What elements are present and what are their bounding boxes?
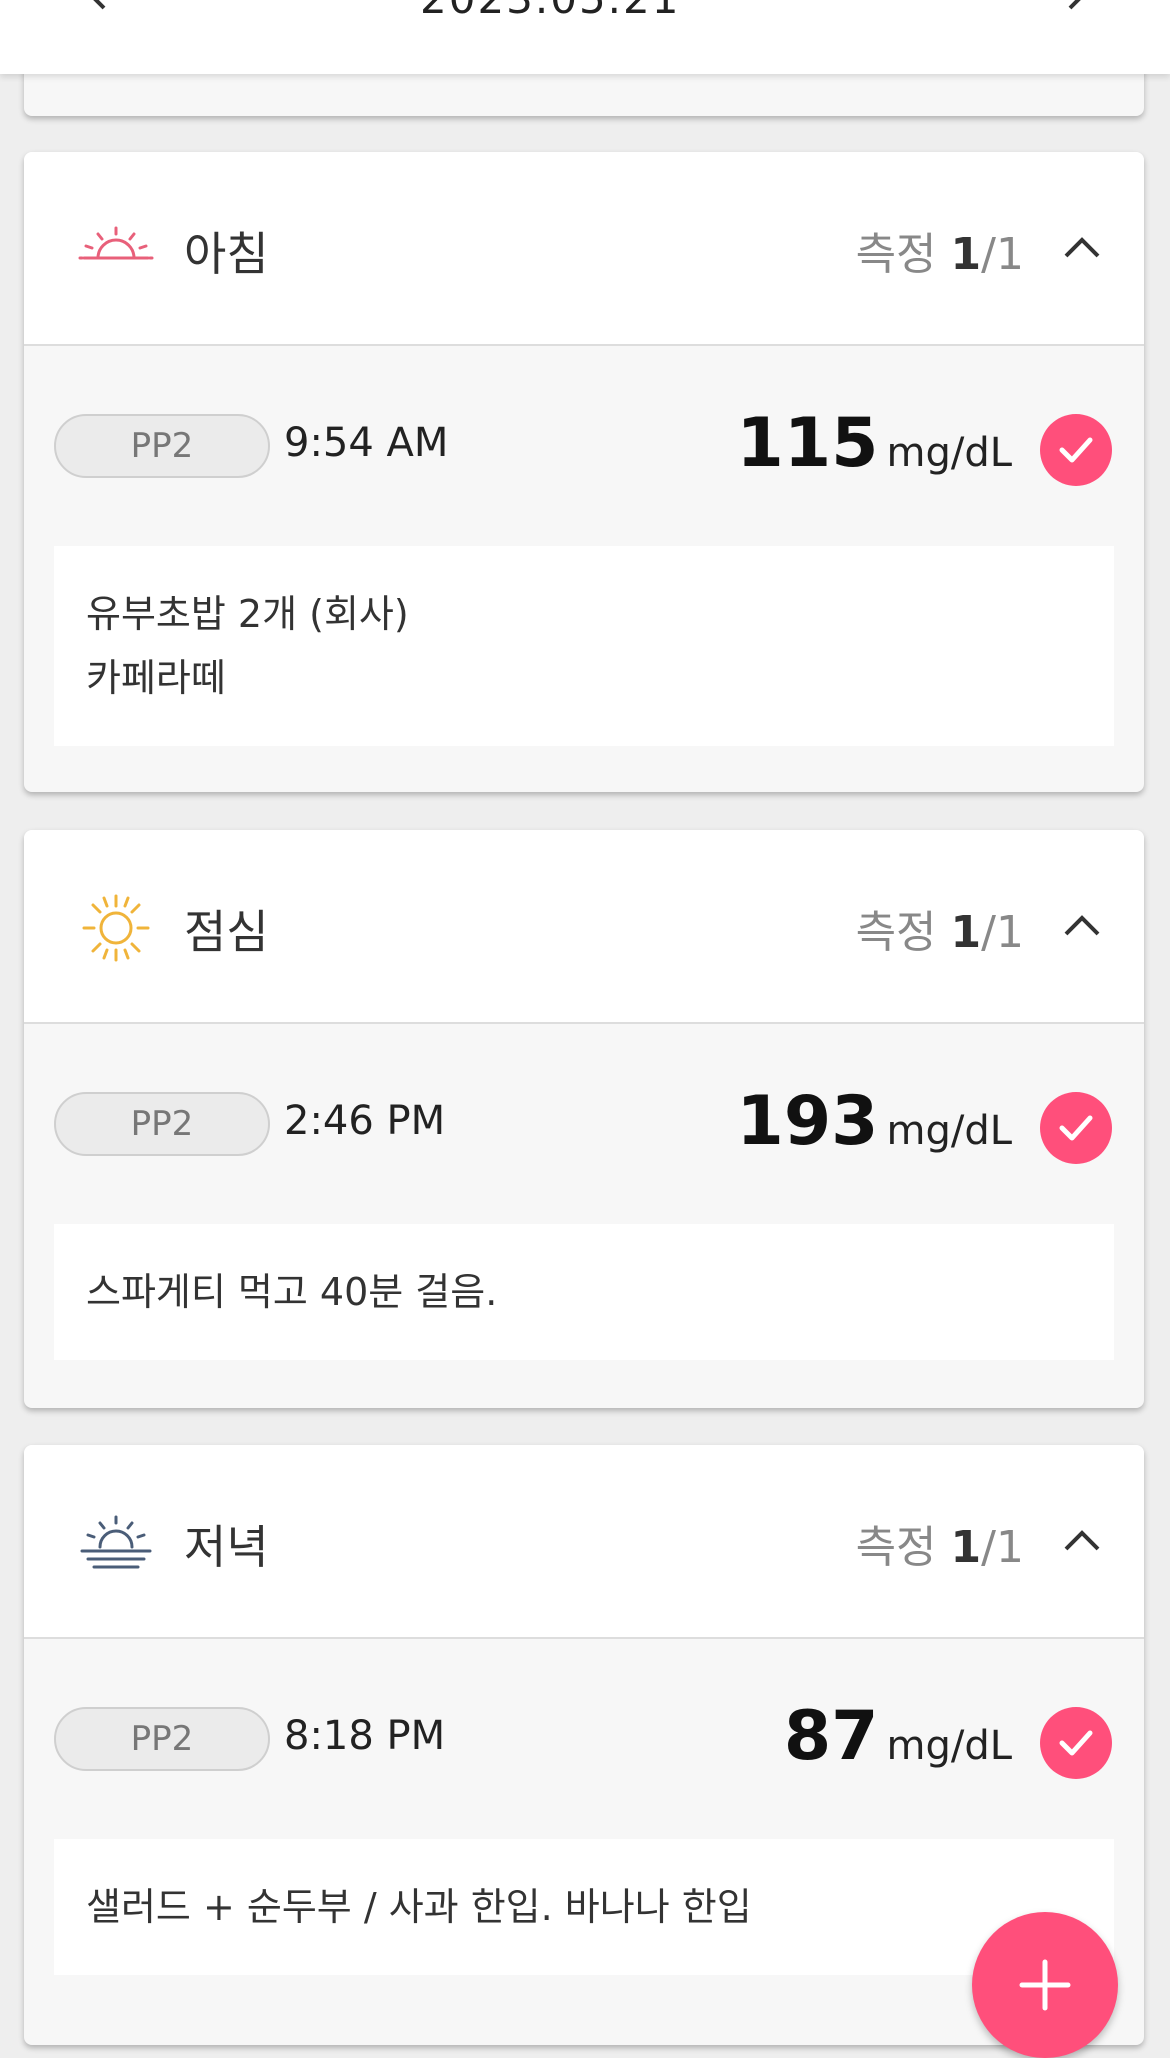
- glucose-value: 115: [736, 404, 879, 483]
- chevron-up-icon[interactable]: [1060, 226, 1104, 270]
- meal-card-breakfast: 아침 측정 1/1 PP2 9:54 AM 115 mg/dL 유부초밥 2개 (…: [24, 152, 1144, 792]
- memo-line: 유부초밥 2개 (회사): [86, 592, 409, 636]
- measurement-count: 측정 1/1: [855, 229, 1024, 280]
- reading-row[interactable]: PP2 8:18 PM 87 mg/dL: [24, 1639, 1144, 1839]
- chevron-up-icon[interactable]: [1060, 1519, 1104, 1563]
- meal-card-header[interactable]: 점심 측정 1/1: [24, 830, 1144, 1024]
- measurement-tag: PP2: [54, 1092, 270, 1156]
- check-icon: [1040, 1707, 1112, 1779]
- sun-icon: [82, 894, 150, 962]
- meal-card-lunch: 점심 측정 1/1 PP2 2:46 PM 193 mg/dL 스파게티 먹고 4…: [24, 830, 1144, 1408]
- check-icon: [1040, 1092, 1112, 1164]
- measurement-tag: PP2: [54, 1707, 270, 1771]
- glucose-value: 87: [783, 1697, 879, 1776]
- memo-line: 샐러드 + 순두부 / 사과 한입. 바나나 한입: [86, 1885, 752, 1929]
- add-button[interactable]: [972, 1912, 1118, 2058]
- meal-card-header[interactable]: 저녁 측정 1/1: [24, 1445, 1144, 1639]
- meal-title: 저녁: [184, 1520, 269, 1574]
- measurement-count: 측정 1/1: [855, 1522, 1024, 1573]
- reading-time: 9:54 AM: [284, 420, 449, 466]
- memo-box[interactable]: 스파게티 먹고 40분 걸음.: [54, 1224, 1114, 1360]
- date-label[interactable]: 2023.05.21: [420, 0, 680, 23]
- memo-box[interactable]: 샐러드 + 순두부 / 사과 한입. 바나나 한입: [54, 1839, 1114, 1975]
- memo-line: 카페라떼: [86, 656, 226, 700]
- measurement-tag: PP2: [54, 414, 270, 478]
- glucose-reading: 115 mg/dL: [737, 404, 1012, 483]
- reading-row[interactable]: PP2 2:46 PM 193 mg/dL: [24, 1024, 1144, 1224]
- meal-title: 아침: [184, 227, 269, 281]
- sunset-icon: [80, 1515, 152, 1569]
- check-icon: [1040, 414, 1112, 486]
- reading-time: 8:18 PM: [284, 1713, 446, 1759]
- meal-title: 점심: [184, 905, 269, 959]
- chevron-left-icon[interactable]: [78, 0, 118, 14]
- meal-card-dinner: 저녁 측정 1/1 PP2 8:18 PM 87 mg/dL 샐러드 + 순두부 …: [24, 1445, 1144, 2045]
- reading-time: 2:46 PM: [284, 1098, 446, 1144]
- measurement-count: 측정 1/1: [855, 907, 1024, 958]
- chevron-right-icon[interactable]: [1056, 0, 1096, 14]
- memo-box[interactable]: 유부초밥 2개 (회사) 카페라떼: [54, 546, 1114, 746]
- reading-row[interactable]: PP2 9:54 AM 115 mg/dL: [24, 346, 1144, 546]
- plus-icon: [1019, 1959, 1071, 2011]
- date-header: 2023.05.21: [0, 0, 1170, 74]
- meal-card-header[interactable]: 아침 측정 1/1: [24, 152, 1144, 346]
- glucose-reading: 87 mg/dL: [784, 1697, 1012, 1776]
- caret-down-icon[interactable]: [700, 0, 722, 2]
- glucose-unit: mg/dL: [886, 1108, 1012, 1154]
- memo-line: 스파게티 먹고 40분 걸음.: [86, 1270, 498, 1314]
- glucose-unit: mg/dL: [886, 430, 1012, 476]
- glucose-unit: mg/dL: [886, 1723, 1012, 1769]
- glucose-reading: 193 mg/dL: [737, 1082, 1012, 1161]
- glucose-value: 193: [736, 1082, 879, 1161]
- chevron-up-icon[interactable]: [1060, 904, 1104, 948]
- sunrise-icon: [78, 226, 154, 260]
